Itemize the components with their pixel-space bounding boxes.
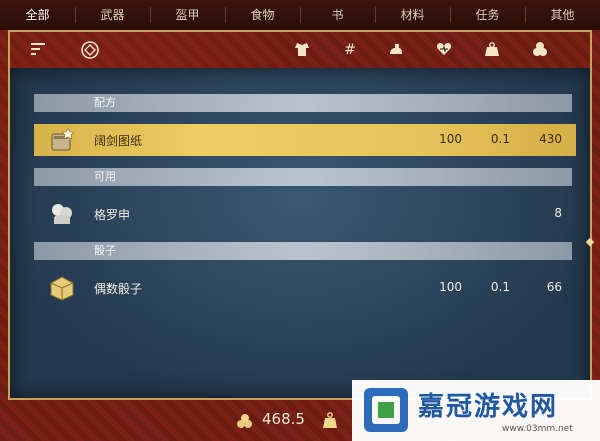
inventory-panel: 配方 阔剑图纸 100 0.1 430 可用 格罗申 8 骰子 偶数骰子 100… [10,68,590,398]
item-col1: 100 [439,280,462,294]
section-header-available: 可用 [34,168,572,186]
filter-icon[interactable] [80,40,100,60]
tab-materials[interactable]: 材料 [375,0,450,30]
item-col3: 430 [539,132,562,146]
section-title: 骰子 [94,244,116,257]
watermark-title: 嘉冠游戏网 [418,392,559,422]
item-col2: 0.1 [490,132,510,146]
list-item-even-dice[interactable]: 偶数骰子 100 0.1 66 [34,272,576,304]
weight-icon [323,412,337,428]
tab-food[interactable]: 食物 [225,0,300,30]
item-col1: 100 [439,132,462,146]
value-icon[interactable] [530,40,550,60]
tab-books[interactable]: 书 [300,0,375,30]
money-icon [237,414,252,428]
item-col3: 66 [546,280,562,294]
section-title: 配方 [94,96,116,109]
section-title: 可用 [94,170,116,183]
site-watermark: 嘉冠游戏网 www.03mm.net [352,380,600,441]
side-tab-arrow-icon[interactable]: ◆ [584,236,596,248]
money-value: 468.5 [262,410,305,428]
sort-icon[interactable] [28,40,48,60]
category-tabs: 全部 武器 盔甲 食物 书 材料 任务 其他 [0,0,600,31]
section-header-dice: 骰子 [34,242,572,260]
scroll-icon [51,127,75,151]
tab-other[interactable]: 其他 [525,0,600,30]
tab-quest[interactable]: 任务 [450,0,525,30]
tab-armor[interactable]: 盔甲 [150,0,225,30]
dice-icon [50,276,74,301]
tab-weapons[interactable]: 武器 [75,0,150,30]
armor-icon[interactable] [292,40,312,60]
item-col2: 0.1 [490,280,510,294]
list-item-broadsword-plan[interactable]: 阔剑图纸 100 0.1 430 [34,124,576,156]
list-item-groschen[interactable]: 格罗申 8 [34,198,576,230]
health-icon[interactable] [434,40,454,60]
item-name: 偶数骰子 [94,282,143,296]
section-header-recipes: 配方 [34,94,572,112]
watermark-url: www.03mm.net [502,424,573,434]
item-col3: 8 [554,206,562,220]
weight-icon[interactable] [482,40,502,60]
item-name: 阔剑图纸 [94,134,143,148]
hash-icon[interactable]: # [340,40,360,60]
item-name: 格罗申 [94,208,131,222]
tab-all[interactable]: 全部 [0,0,75,30]
watermark-logo-icon [364,388,408,432]
strength-icon[interactable] [386,40,406,60]
coin-bag-icon [52,204,72,224]
column-icon-bar: # [10,32,590,68]
